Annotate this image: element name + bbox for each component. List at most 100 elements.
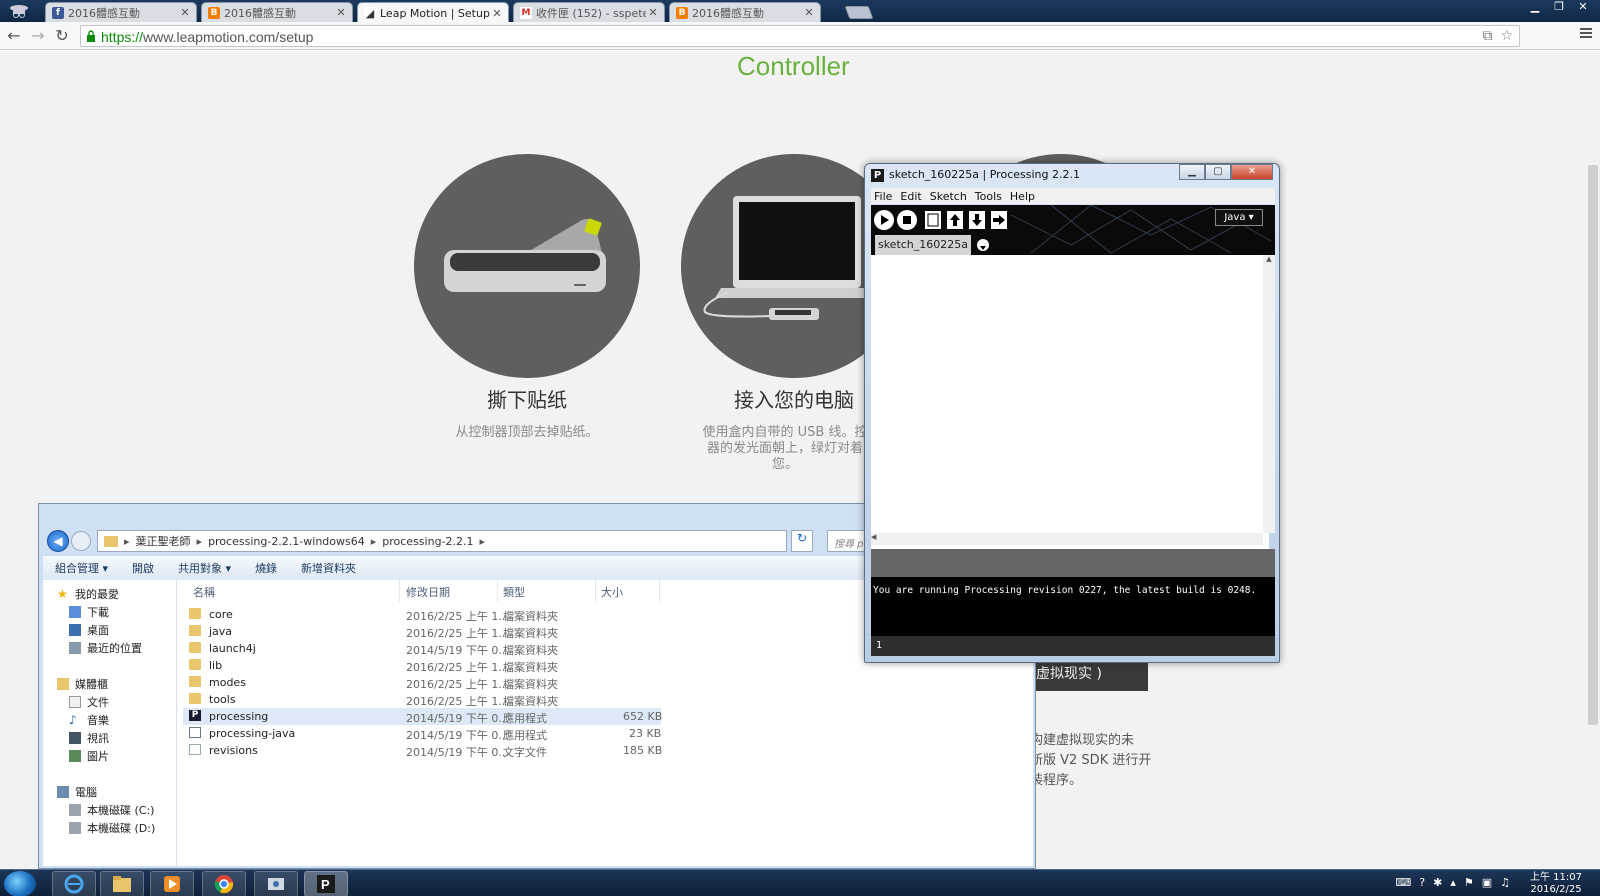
address-bar[interactable]: https://www.leapmotion.com/setup ⧉ ☆ [80,25,1520,47]
column-header-name[interactable]: 名稱 [193,584,215,600]
reload-icon[interactable]: ↻ [52,26,72,46]
help-icon[interactable]: ? [1419,876,1425,889]
sketch-tab[interactable]: sketch_160225a [875,235,971,255]
breadcrumb-item[interactable]: processing-2.2.1-windows64 [208,535,365,548]
new-tab-button[interactable] [844,6,874,19]
column-header-type[interactable]: 類型 [503,584,525,600]
column-header-date[interactable]: 修改日期 [406,584,450,600]
tab-close-icon[interactable]: ✕ [646,6,660,19]
nav-drive-c[interactable]: 本機磁碟 (C:) [69,802,154,818]
stop-button[interactable] [897,210,917,230]
back-arrow-icon[interactable]: ← [4,26,24,46]
browser-tab-5[interactable]: B 2016體感互動 ✕ [669,2,821,22]
menu-tools[interactable]: Tools [975,190,1002,203]
maximize-icon[interactable]: ▢ [1205,164,1231,180]
start-button[interactable] [4,871,36,896]
save-sketch-button[interactable] [969,211,985,229]
file-row[interactable]: tools 2016/2/25 上午 1... 檔案資料夾 [183,691,661,708]
column-divider[interactable] [497,580,498,602]
share-with-button[interactable]: 共用對象 ▾ [166,560,243,576]
minimize-icon[interactable]: ▁ [1179,164,1205,180]
open-button[interactable]: 開啟 [120,560,166,576]
nav-libraries[interactable]: 媒體櫃 [57,676,108,692]
nav-drive-d[interactable]: 本機磁碟 (D:) [69,820,155,836]
file-row[interactable]: core 2016/2/25 上午 1... 檔案資料夾 [183,606,661,623]
tab-menu-chevron-down-icon[interactable] [977,239,989,251]
breadcrumb-item[interactable]: 葉正聖老師 [136,533,191,549]
tab-close-icon[interactable]: ✕ [802,6,816,19]
new-folder-button[interactable]: 新增資料夾 [289,560,368,576]
taskbar-media-player[interactable] [150,871,194,896]
nav-music[interactable]: ♪ 音樂 [69,712,109,728]
chrome-menu-icon[interactable] [1580,28,1592,40]
nav-desktop[interactable]: 桌面 [69,622,109,638]
refresh-icon[interactable]: ↻ [791,530,813,552]
taskbar-internet-explorer[interactable] [52,871,96,896]
show-hidden-icons-chevron-up-icon[interactable]: ▴ [1450,876,1456,889]
taskbar-chrome[interactable] [202,871,246,896]
nav-videos[interactable]: 視訊 [69,730,109,746]
organize-button[interactable]: 組合管理 ▾ [43,560,120,576]
page-scrollbar-thumb[interactable] [1588,165,1598,725]
taskbar-network-app[interactable] [254,871,298,896]
system-clock[interactable]: 上午 11:07 2016/2/25 [1530,872,1582,896]
file-row[interactable]: java 2016/2/25 上午 1... 檔案資料夾 [183,623,661,640]
burn-button[interactable]: 燒錄 [243,560,289,576]
minimize-icon[interactable]: ▁ [1524,0,1546,14]
menu-edit[interactable]: Edit [900,190,921,203]
forward-arrow-icon[interactable]: → [28,26,48,46]
close-icon[interactable]: ✕ [1572,0,1594,14]
nav-downloads[interactable]: 下載 [69,604,109,620]
menu-sketch[interactable]: Sketch [930,190,967,203]
code-editor[interactable] [871,255,1269,549]
translate-icon[interactable]: ⧉ [1482,28,1492,44]
bookmark-star-icon[interactable]: ☆ [1500,28,1513,44]
tab-close-icon[interactable]: ✕ [490,7,504,20]
menu-file[interactable]: File [874,190,892,203]
editor-horizontal-scrollbar[interactable]: ◀ [871,533,1263,545]
browser-tab-3-active[interactable]: ◢ Leap Motion | Setup You ✕ [357,2,509,23]
file-row[interactable]: lib 2016/2/25 上午 1... 檔案資料夾 [183,657,661,674]
file-row[interactable]: modes 2016/2/25 上午 1... 檔案資料夾 [183,674,661,691]
page-scrollbar[interactable] [1586,51,1600,869]
close-icon[interactable]: ✕ [1231,164,1273,180]
breadcrumb-item[interactable]: processing-2.2.1 [382,535,473,548]
nav-recent-places[interactable]: 最近的位置 [69,640,142,656]
file-row[interactable]: launch4j 2014/5/19 下午 0... 檔案資料夾 [183,640,661,657]
mode-selector[interactable]: Java ▾ [1215,209,1263,226]
browser-tab-1[interactable]: f 2016體感互動 ✕ [45,2,197,22]
nav-pictures[interactable]: 圖片 [69,748,109,764]
editor-vertical-scrollbar[interactable]: ▲ [1263,255,1275,533]
open-sketch-button[interactable] [947,211,963,229]
nav-documents[interactable]: 文件 [69,694,109,710]
browser-tab-4[interactable]: M 收件匣 (152) - sspeter01 ✕ [513,2,665,22]
column-divider[interactable] [595,580,596,602]
nav-computer[interactable]: 電腦 [57,784,97,800]
forward-arrow-icon[interactable] [71,531,91,551]
column-divider[interactable] [659,580,660,602]
file-row[interactable]: revisions 2014/5/19 下午 0... 文字文件 185 KB [183,742,662,759]
network-icon[interactable]: ▣ [1482,876,1492,889]
back-arrow-icon[interactable]: ◀ [47,530,69,552]
tab-close-icon[interactable]: ✕ [334,6,348,19]
bluetooth-icon[interactable]: ✱ [1433,876,1442,889]
browser-tab-2[interactable]: B 2016體感互動 ✕ [201,2,353,22]
restore-icon[interactable]: ❐ [1548,0,1570,14]
menu-help[interactable]: Help [1010,190,1035,203]
taskbar-processing[interactable]: P [304,871,348,896]
export-sketch-button[interactable] [991,211,1007,229]
volume-icon[interactable]: ♫ [1500,876,1510,889]
clock-time: 上午 11:07 [1530,872,1582,883]
file-row[interactable]: processing-java 2014/5/19 下午 0... 應用程式 2… [183,725,661,742]
nav-favorites[interactable]: ★ 我的最愛 [57,586,119,602]
tab-close-icon[interactable]: ✕ [178,6,192,19]
action-center-flag-icon[interactable]: ⚑ [1464,876,1474,889]
taskbar-file-explorer[interactable] [100,871,144,896]
new-sketch-button[interactable] [925,211,941,229]
column-divider[interactable] [399,580,400,602]
file-row-selected[interactable]: P processing 2014/5/19 下午 0... 應用程式 652 … [183,708,662,725]
run-button[interactable] [874,210,894,230]
column-header-size[interactable]: 大小 [601,584,623,600]
breadcrumb[interactable]: ▸ 葉正聖老師 ▸ processing-2.2.1-windows64 ▸ p… [97,530,787,552]
keyboard-icon[interactable]: ⌨ [1395,876,1411,889]
